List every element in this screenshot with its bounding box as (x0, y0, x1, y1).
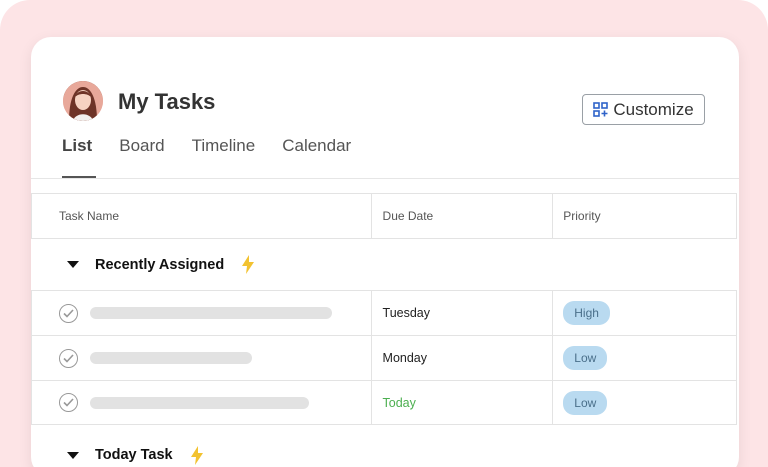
priority-badge[interactable]: Low (563, 390, 608, 415)
user-avatar[interactable] (63, 81, 103, 121)
check-circle-icon[interactable] (59, 303, 78, 323)
check-circle-icon[interactable] (59, 393, 78, 412)
view-tabs: List Board Timeline Calendar (62, 137, 378, 179)
group-header[interactable]: Today Task (31, 429, 737, 467)
customize-button[interactable]: Customize (582, 94, 705, 125)
due-date: Today (372, 381, 554, 424)
task-name-placeholder (90, 352, 252, 364)
page-title: My Tasks (118, 89, 216, 114)
tab-board[interactable]: Board (119, 137, 164, 179)
group-title: Recently Assigned (95, 256, 225, 273)
tab-calendar[interactable]: Calendar (282, 137, 351, 179)
caret-down-icon[interactable] (67, 261, 79, 268)
group-header[interactable]: Recently Assigned (31, 238, 737, 290)
table-header: Task Name Due Date Priority (31, 193, 737, 238)
column-task-name[interactable]: Task Name (32, 194, 372, 238)
caret-down-icon[interactable] (67, 451, 79, 459)
priority-badge[interactable]: High (563, 301, 610, 325)
task-name-placeholder (90, 307, 332, 319)
task-name-placeholder (90, 396, 309, 409)
priority-badge[interactable]: Low (563, 346, 608, 370)
check-circle-icon[interactable] (59, 348, 78, 368)
tab-list[interactable]: List (62, 137, 97, 179)
table-row[interactable]: Today Low (31, 380, 737, 425)
lightning-icon (190, 445, 203, 465)
grid-plus-icon (593, 102, 609, 117)
group-title: Today Task (95, 447, 173, 463)
task-table: Task Name Due Date Priority Recently Ass… (31, 193, 737, 467)
column-priority[interactable]: Priority (553, 194, 737, 238)
tabs-divider (31, 178, 739, 179)
column-due-date[interactable]: Due Date (372, 194, 554, 238)
due-date: Tuesday (372, 291, 554, 335)
customize-label: Customize (613, 99, 694, 119)
table-row[interactable]: Monday Low (31, 335, 737, 380)
tasks-card: My Tasks Customize List Board Timeline C… (31, 37, 739, 467)
table-row[interactable]: Tuesday High (31, 290, 737, 335)
lightning-icon (242, 255, 255, 274)
due-date: Monday (372, 336, 554, 380)
tab-timeline[interactable]: Timeline (192, 137, 256, 179)
